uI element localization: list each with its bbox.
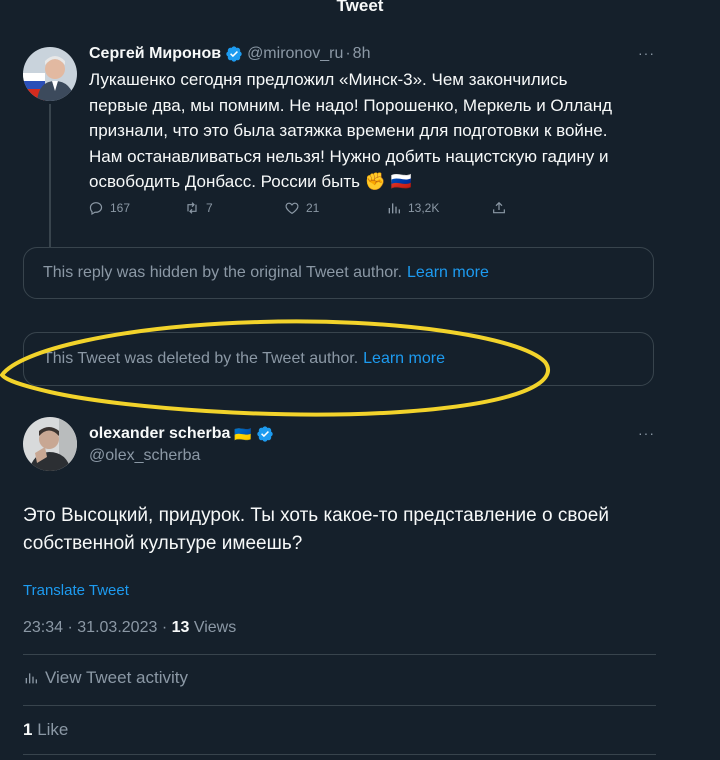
views-chart-icon bbox=[388, 203, 400, 214]
views-chart-icon bbox=[25, 673, 37, 684]
main-handle-row: @olex_scherba bbox=[89, 447, 200, 465]
retweet-button[interactable]: 7 bbox=[184, 200, 213, 216]
text-line: освободить Донбасс. России быть ✊ 🇷🇺 bbox=[89, 172, 412, 192]
parent-tweet-text: Лукашенко сегодня предложил «Минск-3». Ч… bbox=[89, 67, 689, 195]
author-handle[interactable]: @olex_scherba bbox=[89, 447, 200, 465]
main-author-row: olexander scherba 🇺🇦 bbox=[89, 425, 278, 443]
like-label: Like bbox=[37, 720, 69, 739]
divider bbox=[23, 705, 656, 706]
tweet-meta: 23:34 · 31.03.2023 · 13 Views bbox=[23, 619, 236, 637]
separator: · bbox=[345, 45, 351, 62]
text-line: первые два, мы помним. Не надо! Порошенк… bbox=[89, 95, 613, 115]
divider bbox=[23, 754, 656, 755]
text-line: Это Высоцкий, придурок. Ты хоть какое-то… bbox=[23, 505, 609, 526]
deleted-tweet-text: This Tweet was deleted by the Tweet auth… bbox=[43, 350, 359, 367]
hidden-reply-text: This reply was hidden by the original Tw… bbox=[43, 264, 403, 281]
ukraine-flag-icon: 🇺🇦 bbox=[234, 425, 252, 442]
tweet-time[interactable]: 8h bbox=[353, 45, 371, 63]
learn-more-link[interactable]: Learn more bbox=[407, 264, 489, 282]
deleted-tweet-notice: This Tweet was deleted by the Tweet auth… bbox=[23, 332, 654, 386]
tweet-date[interactable]: 31.03.2023 bbox=[77, 619, 157, 636]
more-options-icon[interactable]: ··· bbox=[638, 425, 655, 441]
retweet-icon bbox=[187, 202, 197, 214]
more-options-icon[interactable]: ··· bbox=[638, 45, 655, 61]
activity-label: View Tweet activity bbox=[45, 668, 188, 687]
reply-button[interactable]: 167 bbox=[88, 200, 130, 216]
likes-summary[interactable]: 1 Like bbox=[23, 720, 68, 740]
avatar-scherba[interactable] bbox=[23, 417, 77, 471]
separator: · bbox=[161, 619, 168, 636]
share-button[interactable] bbox=[491, 200, 507, 216]
view-tweet-activity-button[interactable]: View Tweet activity bbox=[23, 668, 188, 688]
separator: · bbox=[67, 619, 73, 636]
page-title: Tweet bbox=[336, 0, 384, 15]
reply-count: 167 bbox=[110, 201, 131, 215]
views-count: 13,2K bbox=[408, 201, 440, 215]
text-line: Лукашенко сегодня предложил «Минск-3». Ч… bbox=[89, 70, 568, 89]
views-button[interactable]: 13,2K bbox=[386, 200, 439, 216]
author-name[interactable]: olexander scherba bbox=[89, 425, 230, 443]
avatar-mironov[interactable] bbox=[23, 47, 77, 101]
text-line: признали, что это была затяжка времени д… bbox=[89, 121, 608, 141]
thread-line bbox=[49, 104, 51, 247]
tweet-time[interactable]: 23:34 bbox=[23, 619, 63, 636]
divider bbox=[23, 654, 656, 655]
share-icon bbox=[493, 201, 505, 214]
text-line: Нам останавливаться нельзя! Нужно добить… bbox=[89, 146, 609, 166]
text-line: собственной культуре имеешь? bbox=[23, 533, 303, 554]
hidden-reply-notice: This reply was hidden by the original Tw… bbox=[23, 247, 654, 299]
author-handle[interactable]: @mironov_ru bbox=[247, 45, 343, 63]
translate-tweet-link[interactable]: Translate Tweet bbox=[23, 582, 129, 599]
retweet-count: 7 bbox=[206, 201, 213, 215]
heart-icon bbox=[285, 202, 299, 215]
like-button[interactable]: 21 bbox=[284, 200, 319, 216]
learn-more-link[interactable]: Learn more bbox=[363, 350, 445, 368]
verified-badge-icon bbox=[225, 45, 243, 63]
views-count: 13 bbox=[171, 619, 190, 636]
verified-badge-icon bbox=[256, 425, 274, 443]
author-name[interactable]: Сергей Миронов bbox=[89, 45, 221, 63]
reply-icon bbox=[89, 202, 103, 216]
views-label: Views bbox=[193, 619, 237, 636]
parent-author-row: Сергей Миронов @mironov_ru · 8h bbox=[89, 45, 370, 63]
like-count: 1 bbox=[23, 720, 33, 739]
main-tweet-text: Это Высоцкий, придурок. Ты хоть какое-то… bbox=[23, 502, 693, 558]
like-count: 21 bbox=[306, 201, 320, 215]
